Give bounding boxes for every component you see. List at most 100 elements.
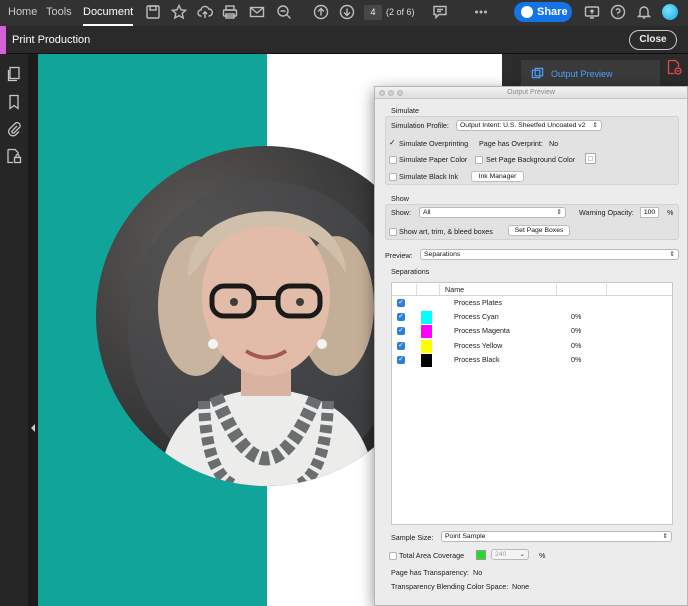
output-preview-dialog: Output Preview Simulate Simulation Profi… (374, 86, 688, 606)
column-divider (416, 284, 417, 295)
name-column-header: Name (445, 285, 465, 294)
page-count: (2 of 6) (386, 7, 415, 17)
swatch-inner (588, 156, 593, 161)
separation-name: Process Black (454, 355, 500, 364)
document-security-icon[interactable] (6, 148, 22, 164)
previous-page-icon[interactable] (313, 4, 329, 20)
separation-checkbox[interactable]: ✓ (397, 299, 405, 307)
print-icon[interactable] (222, 4, 238, 20)
more-options-icon[interactable] (473, 4, 489, 20)
simulation-profile-select[interactable]: Output Intent: U.S. Sheetfed Uncoated v2… (456, 120, 602, 131)
simulate-paper-color-label: Simulate Paper Color (399, 155, 468, 164)
page-number-input[interactable]: 4 (364, 5, 382, 20)
notification-bell-icon[interactable] (636, 4, 652, 20)
simulation-profile-label: Simulation Profile: (391, 121, 449, 130)
tab-tools[interactable]: Tools (46, 0, 72, 26)
page-transparency-value: No (473, 568, 483, 577)
separation-name: Process Yellow (454, 341, 503, 350)
upload-cloud-icon[interactable] (197, 4, 214, 20)
total-area-coverage-checkbox[interactable] (389, 552, 397, 560)
page-background-color-checkbox[interactable] (475, 156, 483, 164)
bookmark-icon[interactable] (6, 94, 22, 110)
column-divider (606, 284, 607, 295)
share-label: Share (537, 6, 568, 18)
preview-label: Preview: (385, 251, 413, 260)
separation-coverage: 0% (571, 312, 582, 321)
help-icon[interactable] (610, 4, 626, 20)
stepper-arrows-icon: ⇕ (592, 122, 598, 129)
column-divider (556, 284, 557, 295)
sample-size-label: Sample Size: (391, 533, 434, 542)
black-swatch (421, 354, 432, 367)
simulation-profile-value: Output Intent: U.S. Sheetfed Uncoated v2 (460, 122, 586, 129)
cyan-swatch (421, 311, 432, 324)
show-value: All (423, 209, 431, 216)
warning-opacity-label: Warning Opacity: (579, 208, 634, 217)
warning-opacity-input[interactable]: 100 (640, 207, 659, 218)
close-tool-button[interactable]: Close (629, 30, 677, 50)
separation-checkbox[interactable]: ✓ (397, 356, 405, 364)
email-icon[interactable] (249, 4, 265, 20)
avatar[interactable] (662, 4, 678, 20)
star-icon[interactable] (170, 3, 188, 20)
next-page-icon[interactable] (339, 4, 355, 20)
set-page-boxes-button[interactable]: Set Page Boxes (508, 225, 570, 236)
screen-share-icon[interactable] (584, 4, 600, 20)
blending-color-space-value: None (512, 582, 530, 591)
preview-value: Separations (424, 251, 461, 258)
output-preview-label: Output Preview (551, 69, 613, 79)
coverage-color-swatch[interactable] (476, 550, 486, 560)
separation-checkbox[interactable]: ✓ (397, 327, 405, 335)
comment-icon[interactable] (432, 4, 448, 20)
separation-name: Process Cyan (454, 312, 499, 321)
tab-home[interactable]: Home (8, 0, 37, 26)
preview-select[interactable]: Separations ⇕ (420, 249, 679, 260)
remove-item-icon[interactable] (666, 59, 682, 75)
page-background-color-label: Set Page Background Color (486, 155, 576, 164)
stepper-arrows-icon: ⇕ (669, 251, 675, 258)
warning-opacity-percent: % (667, 208, 674, 217)
dialog-title: Output Preview (507, 89, 555, 96)
background-color-swatch[interactable] (585, 153, 596, 164)
ink-manager-button[interactable]: Ink Manager (471, 171, 524, 182)
show-heading: Show (391, 194, 409, 203)
blending-color-space-label: Transparency Blending Color Space: (391, 582, 509, 591)
tool-header-bar (0, 26, 688, 54)
separations-header (392, 283, 672, 296)
tool-accent-stripe (0, 26, 6, 54)
attachment-icon[interactable] (6, 121, 22, 137)
separations-heading: Separations (391, 267, 430, 276)
overprinting-checkmark-icon[interactable]: ✓ (389, 138, 396, 148)
rail-collapse-handle[interactable] (28, 54, 38, 606)
separation-checkbox[interactable]: ✓ (397, 342, 405, 350)
total-area-coverage-percent: % (539, 551, 546, 560)
save-icon[interactable] (145, 4, 161, 20)
share-button[interactable]: Share (514, 2, 572, 22)
separation-coverage: 0% (571, 355, 582, 364)
separations-table: Name (391, 282, 673, 525)
page-has-overprint-label: Page has Overprint: (479, 139, 543, 148)
page-thumbnails-icon[interactable] (6, 66, 22, 82)
page-has-overprint-value: No (549, 139, 559, 148)
separation-coverage: 0% (571, 341, 582, 350)
stepper-arrows-icon: ⇕ (556, 209, 562, 216)
collapse-arrow-icon (31, 424, 35, 432)
sample-size-select[interactable]: Point Sample ⇕ (441, 531, 672, 542)
stepper-arrows-icon: ⇕ (662, 533, 668, 540)
zoom-out-icon[interactable] (276, 4, 292, 20)
simulate-overprinting-label: Simulate Overprinting (399, 139, 469, 148)
separation-coverage: 0% (571, 326, 582, 335)
tab-document[interactable]: Document (83, 0, 134, 26)
column-divider (439, 284, 440, 295)
simulate-paper-color-checkbox[interactable] (389, 156, 397, 164)
yellow-swatch (421, 340, 432, 353)
output-preview-icon (531, 67, 544, 80)
tool-title: Print Production (12, 34, 91, 46)
magenta-swatch (421, 325, 432, 338)
chevron-down-icon: ⌄ (519, 551, 525, 558)
separation-checkbox[interactable]: ✓ (397, 313, 405, 321)
total-area-coverage-select[interactable]: 240 ⌄ (491, 549, 529, 560)
show-art-trim-checkbox[interactable] (389, 228, 397, 236)
simulate-black-ink-checkbox[interactable] (389, 173, 397, 181)
show-select[interactable]: All ⇕ (419, 207, 566, 218)
